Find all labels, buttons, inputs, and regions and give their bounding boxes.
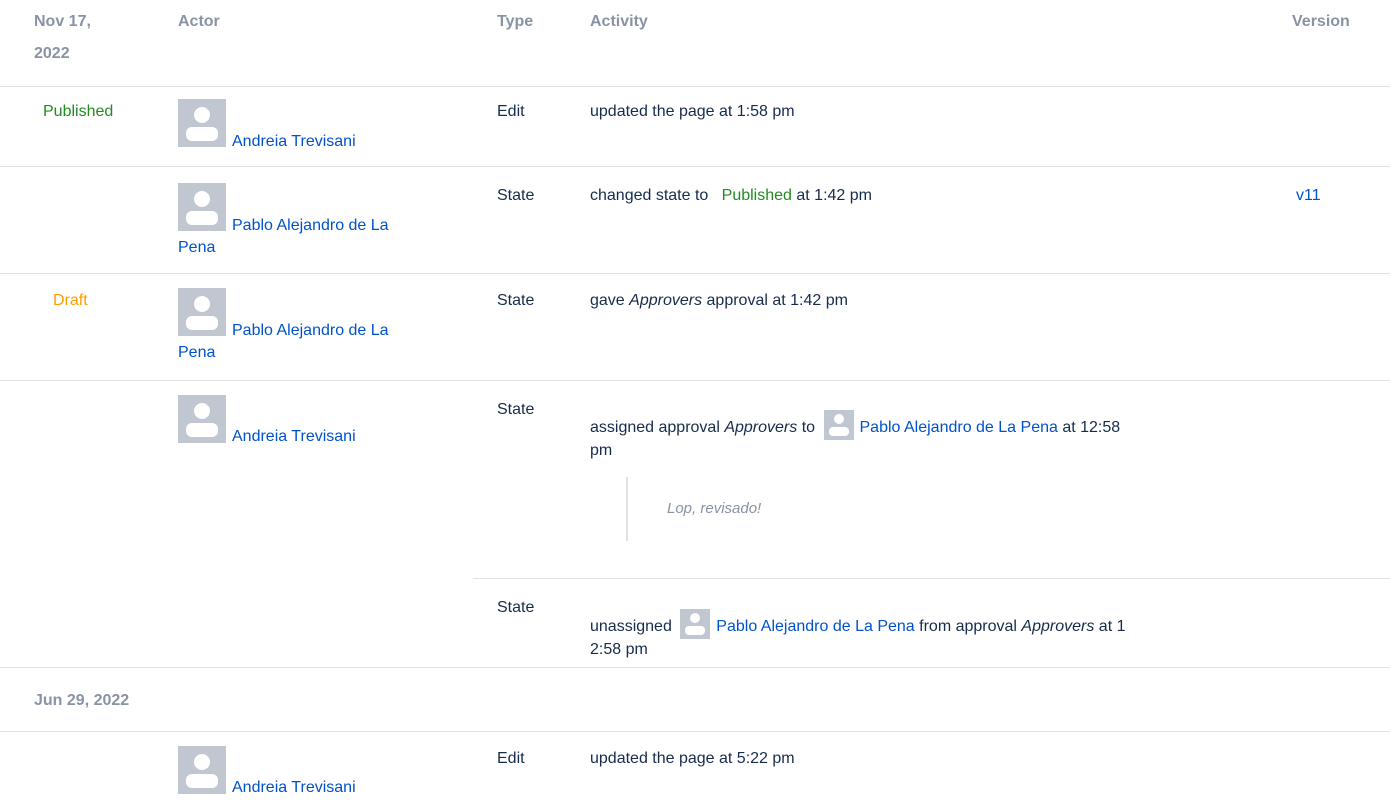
activity-text: updated the page at 1:58 pm — [590, 103, 795, 120]
activity-type: State — [497, 599, 535, 616]
comment-quote-bar — [626, 477, 628, 541]
user-avatar-icon — [178, 99, 226, 147]
activity-text: updated the page at 5:22 pm — [590, 750, 795, 767]
user-link[interactable]: Pablo Alejandro de La Pena — [860, 419, 1058, 436]
actor-link[interactable]: Pablo Alejandro de La Pena — [178, 215, 448, 259]
separator — [0, 86, 1390, 87]
separator — [0, 667, 1390, 668]
activity-type: State — [497, 292, 535, 309]
activity-text: assigned approval Approvers to Pablo Ale… — [590, 410, 1260, 462]
user-avatar-icon — [823, 410, 854, 440]
separator — [0, 731, 1390, 732]
date-header: Nov 17, 2022 — [34, 13, 91, 62]
activity-column-header: Activity — [590, 13, 648, 30]
activity-text: unassigned Pablo Alejandro de La Pena fr… — [590, 609, 1260, 661]
version-link[interactable]: v11 — [1296, 185, 1321, 207]
activity-type: State — [497, 401, 535, 418]
type-column-header: Type — [497, 13, 534, 30]
user-avatar-icon — [178, 395, 226, 443]
user-avatar-icon — [680, 609, 711, 639]
approval-comment: Lop, revisado! — [667, 500, 762, 517]
actor-link[interactable]: Andreia Trevisani — [232, 777, 356, 799]
actor-link[interactable]: Pablo Alejandro de La Pena — [178, 320, 448, 364]
actor-link[interactable]: Andreia Trevisani — [232, 131, 356, 153]
version-column-header: Version — [1292, 13, 1350, 30]
separator — [0, 166, 1390, 167]
user-avatar-icon — [178, 746, 226, 794]
state-published: Published — [721, 187, 792, 204]
activity-type: State — [497, 187, 535, 204]
actor-column-header: Actor — [178, 13, 220, 30]
activity-type: Edit — [497, 103, 525, 120]
user-link[interactable]: Pablo Alejandro de La Pena — [716, 618, 914, 635]
separator — [473, 578, 1390, 579]
actor-link[interactable]: Andreia Trevisani — [232, 426, 356, 448]
separator — [0, 380, 1390, 381]
state-published: Published — [43, 103, 114, 120]
date-header: Jun 29, 2022 — [34, 692, 130, 709]
activity-type: Edit — [497, 750, 525, 767]
state-draft: Draft — [53, 292, 88, 309]
separator — [0, 273, 1390, 274]
activity-text: gave Approvers approval at 1:42 pm — [590, 292, 848, 309]
activity-text: changed state to Published at 1:42 pm — [590, 187, 872, 204]
